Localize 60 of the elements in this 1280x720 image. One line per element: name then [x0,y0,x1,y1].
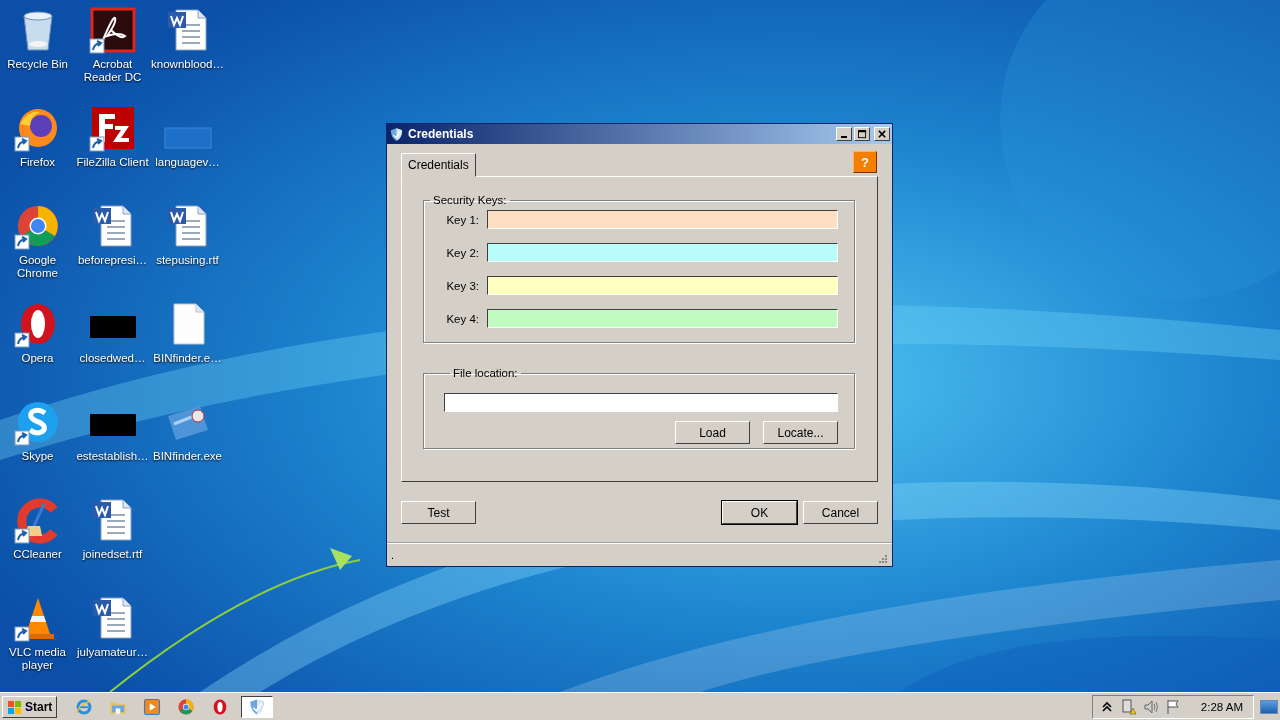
minimize-button[interactable] [836,127,852,141]
button[interactable]: Cancel [803,501,878,524]
icon-label: estestablish… [75,450,150,463]
icon-label: Firefox [18,156,57,169]
icon-label: joinedset.rtf [81,548,144,561]
icon-label: knownblood… [150,58,225,71]
icon-label: julyamateur… [75,646,149,659]
icon-label: stepusing.rtf [155,254,220,267]
input-field[interactable] [444,393,838,412]
icon-label: BINfinder.e… [152,352,223,365]
icon-label: Skype [20,450,55,463]
chrome-icon [176,697,195,716]
icon-label: closedwed… [78,352,147,365]
browser-icon [74,697,93,716]
icon-label: beforepresi… [76,254,148,267]
start-button[interactable]: Start [2,695,58,718]
input-field[interactable] [487,309,838,328]
clock[interactable]: 2:28 AM [1200,700,1243,713]
tab[interactable]: Credentials [401,153,476,177]
shield-icon [248,697,267,716]
icon-label: CCleaner [12,548,63,561]
input-field[interactable] [487,243,838,262]
button[interactable]: OK [722,501,797,524]
window-title: Credentials [408,127,475,141]
input-field[interactable] [487,276,838,295]
button[interactable]: Test [401,501,476,524]
icon-label: BINfinder.exe [151,450,223,463]
group-title: File location: [452,367,519,379]
speaker-icon[interactable] [1142,698,1159,715]
maximize-button[interactable] [854,127,870,141]
maximize-icon [857,129,867,139]
taskbar-button[interactable] [241,695,274,718]
field-label: Key 3: [445,279,479,292]
icon-label: Recycle Bin [6,58,69,71]
button[interactable]: Load [675,421,750,444]
shield-icon [389,126,404,142]
play-icon [142,697,161,716]
close-button[interactable] [874,127,890,141]
icon-label: FileZilla Client [75,156,150,169]
icon-label: Google Chrome [16,254,59,280]
field-label: Key 2: [445,246,479,259]
icon-label: Acrobat Reader DC [82,58,143,84]
group-title: Security Keys: [432,194,508,206]
status-text: . [391,549,396,561]
resize-grip-icon[interactable] [878,554,888,564]
field-label: Key 4: [445,312,479,325]
flag-icon[interactable] [1164,698,1181,715]
filezilla-icon[interactable] [88,104,137,152]
button[interactable]: Locate... [763,421,838,444]
field-label: Key 1: [445,213,479,226]
pdf-icon[interactable] [88,6,137,54]
icon-label: Opera [20,352,55,365]
icon-label: languagev… [154,156,221,169]
windows-logo-icon [7,698,23,715]
input-field[interactable] [487,210,838,229]
network-warning-icon[interactable] [1120,698,1137,715]
minimize-icon [841,135,847,138]
icon-label: VLC media player [8,646,67,672]
close-icon [877,129,887,139]
show-desktop-button[interactable] [1260,699,1278,714]
